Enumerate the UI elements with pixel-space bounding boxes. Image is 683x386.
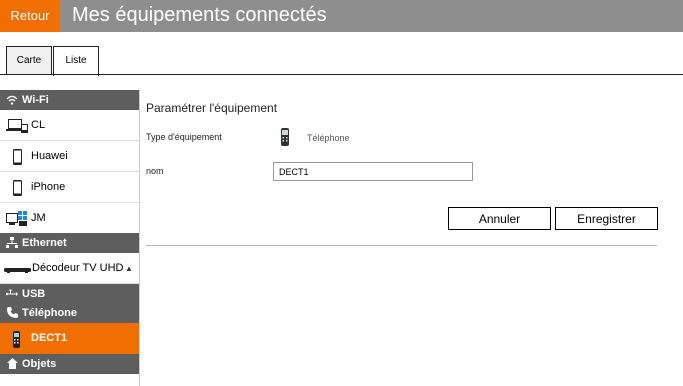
home-icon bbox=[5, 354, 19, 374]
windows-pc-icon bbox=[6, 210, 28, 227]
back-button[interactable]: Retour bbox=[0, 0, 60, 32]
usb-icon bbox=[5, 284, 19, 304]
sidebar-item-iphone[interactable]: iPhone bbox=[0, 172, 139, 203]
name-input[interactable] bbox=[273, 162, 473, 181]
sidebar-item-label: CL bbox=[31, 119, 46, 131]
sidebar-item-cl[interactable]: CL bbox=[0, 110, 139, 141]
sidebar-item-jm[interactable]: JM bbox=[0, 203, 139, 234]
section-ethernet[interactable]: Ethernet bbox=[0, 233, 139, 253]
top-header: Retour Mes équipements connectés bbox=[0, 0, 683, 32]
page-title: Mes équipements connectés bbox=[72, 4, 327, 26]
wifi-icon bbox=[5, 90, 19, 110]
section-label: USB bbox=[22, 288, 46, 300]
sidebar-item-label: JM bbox=[31, 212, 46, 224]
sidebar-item-dect1[interactable]: DECT1 bbox=[0, 323, 139, 354]
sidebar-item-decodeur-tv-uhd[interactable]: Décodeur TV UHD ▲ bbox=[0, 253, 139, 284]
section-label: Wi-Fi bbox=[22, 94, 49, 106]
ethernet-icon bbox=[5, 233, 19, 253]
dect-phone-icon bbox=[279, 128, 291, 146]
smartphone-icon bbox=[6, 148, 28, 165]
section-usb[interactable]: USB bbox=[0, 284, 139, 304]
section-label: Téléphone bbox=[22, 307, 78, 319]
sidebar-item-label: Décodeur TV UHD bbox=[32, 262, 124, 274]
section-label: Objets bbox=[22, 358, 57, 370]
sidebar-item-label: Huawei bbox=[31, 150, 68, 162]
section-label: Ethernet bbox=[22, 237, 67, 249]
tv-decoder-icon bbox=[4, 260, 32, 277]
phone-icon bbox=[5, 303, 19, 323]
cancel-button[interactable]: Annuler bbox=[448, 207, 551, 230]
name-label: nom bbox=[146, 166, 164, 176]
sidebar-item-label: DECT1 bbox=[31, 332, 68, 344]
view-tabs: Carte Liste bbox=[0, 46, 683, 76]
tab-liste[interactable]: Liste bbox=[53, 46, 99, 76]
tabs-underline bbox=[0, 74, 683, 75]
section-telephone[interactable]: Téléphone bbox=[0, 303, 139, 323]
device-sidebar: Wi-Fi CL Huawei iPhone JM Ethernet Décod… bbox=[0, 90, 140, 386]
section-title: Paramétrer l'équipement bbox=[146, 101, 278, 115]
device-type-label: Type d'équipement bbox=[146, 132, 222, 142]
tab-carte[interactable]: Carte bbox=[6, 46, 52, 75]
chevron-up-icon[interactable]: ▲ bbox=[125, 253, 133, 284]
device-type-value: Téléphone bbox=[307, 133, 350, 143]
smartphone-icon bbox=[6, 179, 28, 196]
save-button[interactable]: Enregistrer bbox=[555, 207, 658, 230]
dect-phone-icon bbox=[6, 330, 28, 348]
divider bbox=[146, 245, 657, 246]
section-objets[interactable]: Objets bbox=[0, 354, 139, 374]
sidebar-item-huawei[interactable]: Huawei bbox=[0, 141, 139, 172]
section-wifi[interactable]: Wi-Fi bbox=[0, 90, 139, 110]
laptop-icon bbox=[6, 117, 28, 134]
sidebar-item-label: iPhone bbox=[31, 181, 66, 193]
